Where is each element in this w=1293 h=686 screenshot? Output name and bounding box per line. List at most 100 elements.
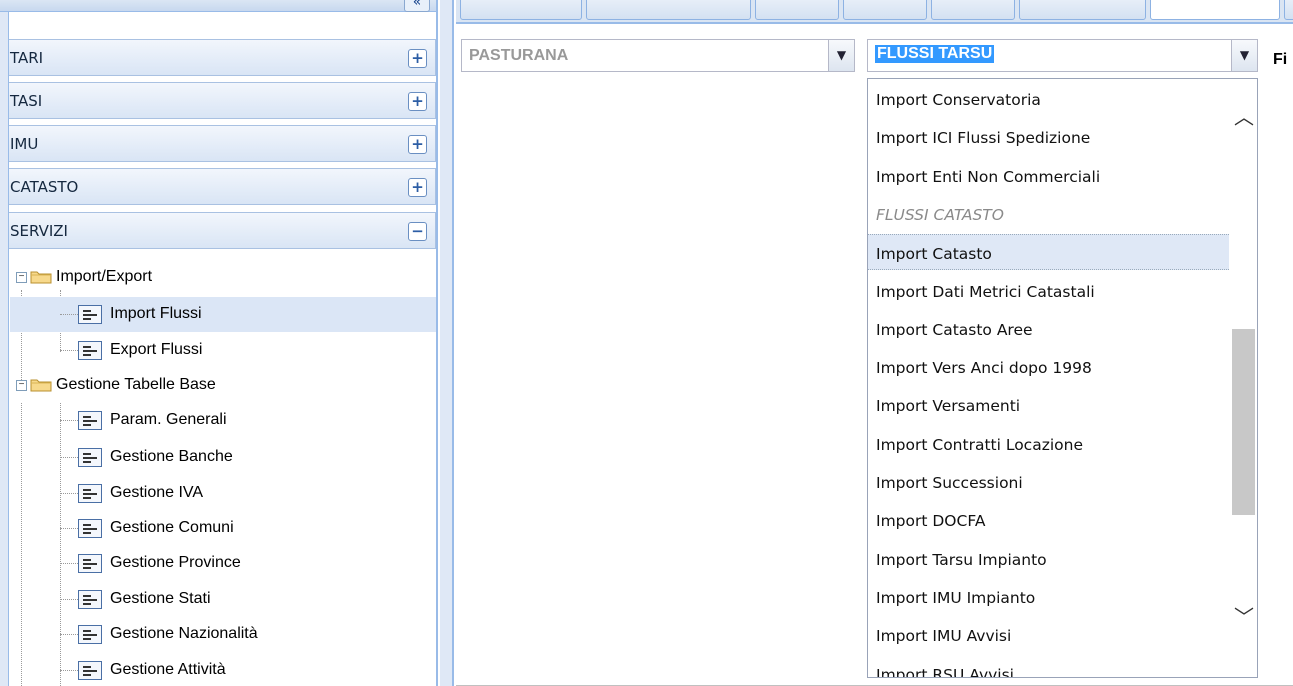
dropdown-option[interactable]: Import RSU Avvisi: [868, 656, 1229, 678]
tree-label: Param. Generali: [110, 411, 227, 428]
dropdown-option[interactable]: Import Versamenti: [868, 387, 1229, 423]
accordion-header-imu[interactable]: IMU +: [9, 125, 436, 162]
collapse-icon[interactable]: −: [408, 222, 427, 241]
tree-item[interactable]: Gestione Attività: [10, 653, 436, 686]
tree-item[interactable]: Gestione Stati: [10, 582, 436, 617]
option-label: Import ICI Flussi Spedizione: [876, 129, 1091, 148]
tree-folder[interactable]: − Import/Export: [10, 260, 436, 295]
dropdown-option[interactable]: Import Dati Metrici Catastali: [868, 273, 1229, 309]
form-icon: [78, 590, 102, 609]
tree-label: Gestione Province: [110, 554, 241, 571]
flussi-dropdown-list[interactable]: Import Conservatoria Import ICI Flussi Sp…: [867, 78, 1258, 678]
tree-folder[interactable]: − Gestione Tabelle Base: [10, 368, 436, 403]
flussi-combo[interactable]: FLUSSI TARSU ▼: [867, 39, 1258, 72]
option-label: Import Contratti Locazione: [876, 435, 1083, 454]
flussi-value[interactable]: FLUSSI TARSU: [875, 45, 995, 63]
option-label: FLUSSI CATASTO: [876, 205, 1004, 224]
tree-item[interactable]: Gestione IVA: [10, 476, 436, 511]
form-icon: [78, 448, 102, 467]
tab[interactable]: [1284, 0, 1293, 20]
option-label: Import Catasto: [876, 245, 992, 264]
accordion-label: SERVIZI: [10, 222, 68, 240]
form-icon: [78, 661, 102, 680]
tree-item[interactable]: Gestione Nazionalità: [10, 617, 436, 652]
accordion-header-catasto[interactable]: CATASTO +: [9, 168, 436, 205]
option-label: Import Versamenti: [876, 397, 1021, 416]
tab[interactable]: [755, 0, 839, 20]
dropdown-option[interactable]: Import Successioni: [868, 464, 1229, 500]
option-label: Import IMU Impianto: [876, 588, 1036, 607]
option-label: Import DOCFA: [876, 512, 986, 531]
dropdown-option[interactable]: Import IMU Avvisi: [868, 617, 1229, 653]
tab[interactable]: [586, 0, 751, 20]
accordion-label: IMU: [10, 135, 39, 153]
panel-border: [0, 12, 9, 686]
dropdown-option[interactable]: Import Tarsu Impianto: [868, 541, 1229, 577]
accordion-header-tasi[interactable]: TASI +: [9, 82, 436, 119]
collapse-node-icon[interactable]: −: [16, 380, 27, 391]
panel-header: «: [0, 0, 436, 12]
tree-item[interactable]: Export Flussi: [10, 333, 436, 368]
option-label: Import Tarsu Impianto: [876, 550, 1047, 569]
scroll-up-icon[interactable]: ︿: [1234, 107, 1254, 127]
option-label: Import Dati Metrici Catastali: [876, 282, 1095, 301]
dropdown-option[interactable]: Import Vers Anci dopo 1998: [868, 349, 1229, 385]
expand-icon[interactable]: +: [408, 135, 427, 154]
folder-icon: [30, 377, 52, 392]
dropdown-option[interactable]: Import Catasto Aree: [868, 311, 1229, 347]
tree-label: Gestione IVA: [110, 484, 204, 501]
tree-item[interactable]: Gestione Comuni: [10, 511, 436, 546]
accordion-header-servizi[interactable]: SERVIZI −: [9, 212, 436, 249]
tab[interactable]: [843, 0, 927, 20]
chevron-down-icon[interactable]: ▼: [1231, 40, 1257, 71]
expand-icon[interactable]: +: [408, 49, 427, 68]
option-label: Import Enti Non Commerciali: [876, 167, 1101, 186]
dropdown-option[interactable]: Import DOCFA: [868, 502, 1229, 538]
chevron-down-icon[interactable]: ▼: [828, 40, 854, 71]
dropdown-option[interactable]: Import Enti Non Commerciali: [868, 158, 1229, 194]
dropdown-option[interactable]: Import Catasto: [868, 234, 1229, 271]
tree-item[interactable]: Gestione Province: [10, 546, 436, 581]
dropdown-group-header: FLUSSI CATASTO: [868, 196, 1229, 232]
tree-label: Gestione Stati: [110, 590, 211, 607]
tree-item[interactable]: Import Flussi: [10, 297, 436, 332]
dropdown-scrollbar[interactable]: ︿ ﹀: [1230, 79, 1257, 677]
collapse-panel-button[interactable]: «: [404, 0, 430, 12]
tree-item[interactable]: Param. Generali: [10, 403, 436, 438]
expand-icon[interactable]: +: [408, 178, 427, 197]
option-label: Import Catasto Aree: [876, 320, 1033, 339]
accordion-label: TARI: [10, 49, 44, 67]
form-icon: [78, 341, 102, 360]
tab[interactable]: [460, 0, 582, 20]
dropdown-option[interactable]: Import Conservatoria: [868, 81, 1229, 117]
filter-label: Fi: [1273, 51, 1288, 68]
expand-icon[interactable]: +: [408, 92, 427, 111]
option-label: Import Vers Anci dopo 1998: [876, 359, 1092, 378]
form-icon: [78, 484, 102, 503]
folder-icon: [30, 269, 52, 284]
collapse-node-icon[interactable]: −: [16, 272, 27, 283]
tree-label: Gestione Nazionalità: [110, 625, 258, 642]
comune-combo[interactable]: PASTURANA ▼: [461, 39, 855, 72]
dropdown-option[interactable]: Import Contratti Locazione: [868, 426, 1229, 462]
accordion-header-tari[interactable]: TARI +: [9, 39, 436, 76]
dropdown-option[interactable]: Import IMU Impianto: [868, 579, 1229, 615]
option-label: Import Successioni: [876, 474, 1023, 492]
panel-splitter[interactable]: [440, 0, 454, 686]
tree-label: Import Flussi: [110, 305, 202, 322]
tree-item[interactable]: Gestione Banche: [10, 440, 436, 475]
tab[interactable]: [1019, 0, 1146, 20]
dropdown-option[interactable]: Import ICI Flussi Spedizione: [868, 119, 1229, 155]
form-icon: [78, 305, 102, 324]
tree-label: Gestione Comuni: [110, 519, 234, 536]
module-tabbar: [456, 0, 1293, 24]
tab-servizi[interactable]: [1150, 0, 1280, 20]
scroll-down-icon[interactable]: ﹀: [1234, 607, 1254, 627]
option-label: Import Conservatoria: [876, 91, 1041, 109]
option-label: Import RSU Avvisi: [876, 665, 1014, 678]
option-label: Import IMU Avvisi: [876, 627, 1012, 646]
scroll-thumb[interactable]: [1232, 329, 1255, 515]
navigation-panel: « TARI + TASI + IMU + CATASTO + SERVIZI …: [0, 0, 438, 686]
accordion-label: CATASTO: [10, 178, 79, 196]
tab[interactable]: [931, 0, 1015, 20]
